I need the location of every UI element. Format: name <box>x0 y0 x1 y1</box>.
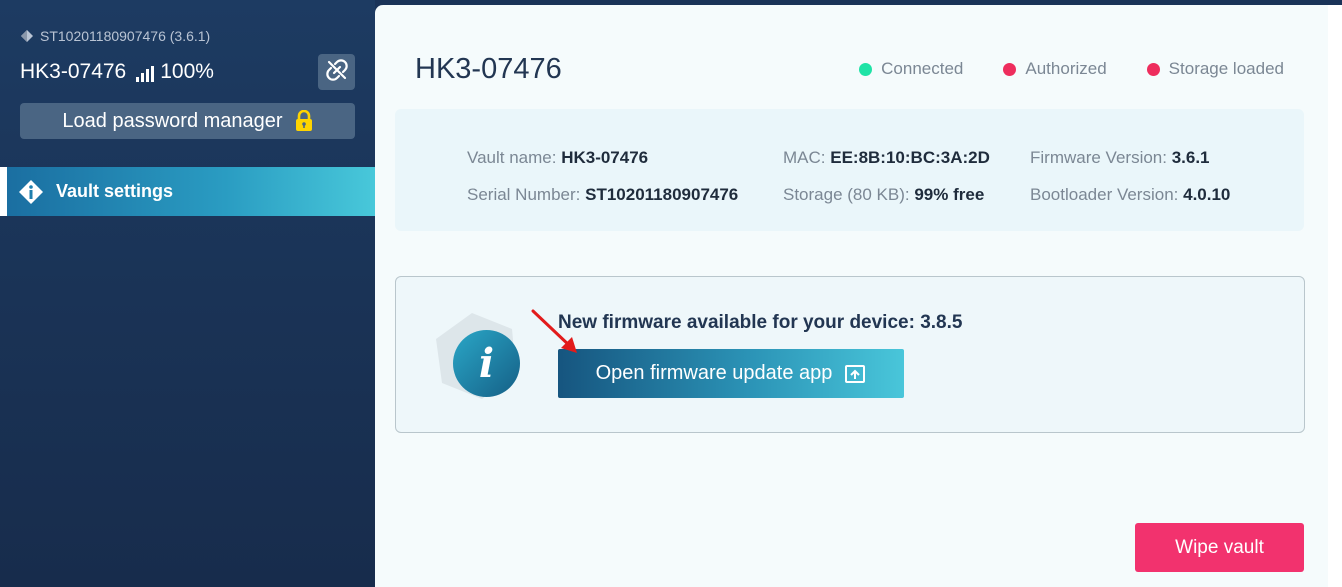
status-connected: Connected <box>859 59 963 79</box>
firmware-version-field: Firmware Version: 3.6.1 <box>1030 148 1210 168</box>
signal-strength-icon <box>136 64 155 82</box>
sidebar-item-label: Vault settings <box>56 181 174 201</box>
mac-value: EE:8B:10:BC:3A:2D <box>830 148 990 167</box>
serial-number-label: Serial Number: <box>467 185 586 204</box>
open-firmware-update-button[interactable]: Open firmware update app <box>558 349 904 398</box>
bootloader-version-label: Bootloader Version: <box>1030 185 1184 204</box>
sidebar-item-vault-settings[interactable]: Vault settings <box>0 167 375 216</box>
status-label: Storage loaded <box>1168 59 1284 78</box>
storage-field: Storage (80 KB): 99% free <box>783 185 984 205</box>
vault-info-card: Vault name: HK3-07476 Serial Number: ST1… <box>395 109 1304 231</box>
device-diamond-icon <box>20 29 34 43</box>
page-title: HK3-07476 <box>415 53 562 85</box>
battery-level: 100% <box>160 60 214 83</box>
serial-number-field: Serial Number: ST10201180907476 <box>467 185 738 205</box>
status-label: Connected <box>881 59 964 78</box>
device-serial-line: ST10201180907476 (3.6.1) <box>20 28 210 44</box>
bootloader-version-field: Bootloader Version: 4.0.10 <box>1030 185 1230 205</box>
wipe-vault-button[interactable]: Wipe vault <box>1135 523 1304 572</box>
status-indicators: Connected Authorized Storage loaded <box>859 59 1284 79</box>
firmware-version-value: 3.6.1 <box>1171 148 1210 167</box>
open-external-icon <box>844 364 866 384</box>
mac-field: MAC: EE:8B:10:BC:3A:2D <box>783 148 990 168</box>
status-label: Authorized <box>1025 59 1107 78</box>
lock-icon <box>295 109 313 132</box>
main-panel: HK3-07476 Connected Authorized Storage l… <box>375 5 1342 587</box>
sidebar: ST10201180907476 (3.6.1) HK3-07476 100% … <box>0 0 375 587</box>
info-icon: i <box>453 330 520 397</box>
firmware-update-card: i New firmware available for your device… <box>395 276 1305 433</box>
red-arrow-annotation <box>531 309 577 353</box>
storage-value: 99% free <box>914 185 985 204</box>
serial-number-value: ST10201180907476 <box>585 185 739 204</box>
open-firmware-update-label: Open firmware update app <box>595 362 833 384</box>
status-dot-authorized <box>1003 62 1017 76</box>
disconnect-button[interactable] <box>318 54 355 90</box>
vault-name-label: Vault name: <box>467 148 562 167</box>
load-password-manager-button[interactable]: Load password manager <box>20 103 355 139</box>
device-header: HK3-07476 100% <box>20 60 214 84</box>
vault-name-field: Vault name: HK3-07476 <box>467 148 648 168</box>
scrollbar-track[interactable] <box>1328 5 1342 587</box>
info-diamond-icon <box>18 179 44 205</box>
status-authorized: Authorized <box>1003 59 1107 79</box>
status-storage-loaded: Storage loaded <box>1146 59 1284 79</box>
status-dot-connected <box>859 62 873 76</box>
firmware-available-message: New firmware available for your device: … <box>558 312 963 333</box>
status-dot-storage <box>1146 62 1160 76</box>
unlink-icon <box>325 58 348 86</box>
firmware-version-label: Firmware Version: <box>1030 148 1172 167</box>
device-name: HK3-07476 <box>20 60 127 83</box>
storage-label: Storage (80 KB): <box>783 185 915 204</box>
load-password-manager-label: Load password manager <box>62 109 283 132</box>
vault-name-value: HK3-07476 <box>561 148 649 167</box>
device-serial-text: ST10201180907476 (3.6.1) <box>40 28 211 44</box>
bootloader-version-value: 4.0.10 <box>1183 185 1231 204</box>
mac-label: MAC: <box>783 148 831 167</box>
